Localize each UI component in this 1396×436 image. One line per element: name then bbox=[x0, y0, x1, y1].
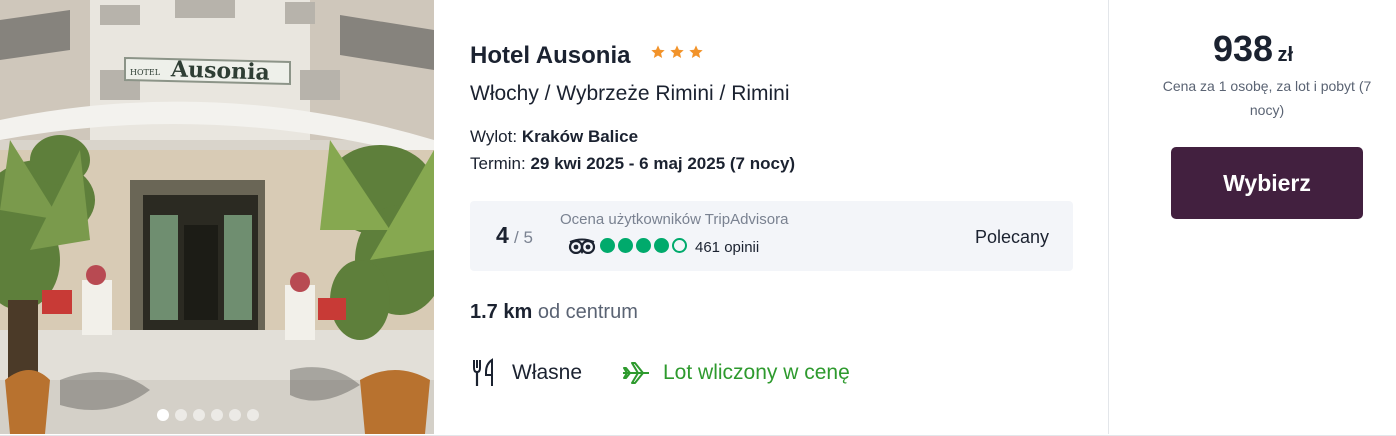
cutlery-icon bbox=[473, 358, 493, 386]
price-currency: zł bbox=[1277, 44, 1294, 66]
rating-bubble-empty bbox=[672, 238, 687, 253]
select-offer-button[interactable]: Wybierz bbox=[1171, 147, 1363, 219]
star-icon bbox=[651, 45, 665, 58]
review-count[interactable]: 461 opinii bbox=[695, 239, 759, 256]
tripadvisor-rating-box: 4 / 5 Ocena użytkowników TripAdvisora 46… bbox=[470, 201, 1073, 271]
star-icon bbox=[689, 45, 703, 58]
gallery-dot[interactable] bbox=[193, 409, 205, 421]
price: 938 zł bbox=[1110, 28, 1396, 70]
rating-bubble-filled bbox=[600, 238, 615, 253]
star-icon bbox=[670, 45, 684, 58]
hotel-location: Włochy / Wybrzeże Rimini / Rimini bbox=[470, 82, 790, 105]
gallery-dot[interactable] bbox=[247, 409, 259, 421]
rating-bubble-filled bbox=[636, 238, 651, 253]
column-divider bbox=[1108, 0, 1109, 434]
distance-to-center: 1.7 km od centrum bbox=[470, 301, 638, 324]
gallery-dot[interactable] bbox=[175, 409, 187, 421]
tripadvisor-owl-icon bbox=[568, 238, 596, 254]
rating-max: / 5 bbox=[514, 228, 533, 247]
distance-suffix: od centrum bbox=[537, 301, 638, 323]
departure-info: Wylot: Kraków Balice bbox=[470, 127, 638, 147]
term-label: Termin: bbox=[470, 154, 526, 173]
rating-verdict: Polecany bbox=[974, 227, 1049, 247]
hotel-star-rating bbox=[650, 44, 704, 60]
distance-value: 1.7 km bbox=[470, 301, 533, 323]
price-note: Cena za 1 osobę, za lot i pobyt (7 nocy) bbox=[1162, 78, 1372, 118]
meal-plan-label: Własne bbox=[512, 361, 583, 384]
price-amount: 938 bbox=[1212, 28, 1274, 69]
flight-included-label: Lot wliczony w cenę bbox=[663, 361, 850, 384]
rating-score: 4 bbox=[496, 222, 509, 248]
gallery-dot[interactable] bbox=[211, 409, 223, 421]
offer-card: HOTEL Ausonia Hotel Ausonia Włochy / Wyb… bbox=[0, 0, 1396, 436]
rating-source-label: Ocena użytkowników TripAdvisora bbox=[560, 211, 789, 228]
departure-label: Wylot: bbox=[470, 127, 518, 146]
departure-value: Kraków Balice bbox=[521, 127, 639, 146]
rating-bubble-filled bbox=[618, 238, 633, 253]
photo-sign-small-text: HOTEL bbox=[130, 68, 161, 77]
gallery-dot[interactable] bbox=[229, 409, 241, 421]
hotel-photo[interactable]: HOTEL Ausonia bbox=[0, 0, 434, 434]
gallery-dots bbox=[157, 409, 259, 421]
plane-icon bbox=[623, 362, 649, 384]
rating-bubbles bbox=[600, 238, 687, 253]
term-value: 29 kwi 2025 - 6 maj 2025 (7 nocy) bbox=[530, 154, 796, 173]
photo-sign-text: Ausonia bbox=[170, 56, 271, 86]
gallery-dot[interactable] bbox=[157, 409, 169, 421]
term-info: Termin: 29 kwi 2025 - 6 maj 2025 (7 nocy… bbox=[470, 154, 795, 174]
hotel-name[interactable]: Hotel Ausonia bbox=[470, 42, 630, 70]
rating-bubble-filled bbox=[654, 238, 669, 253]
